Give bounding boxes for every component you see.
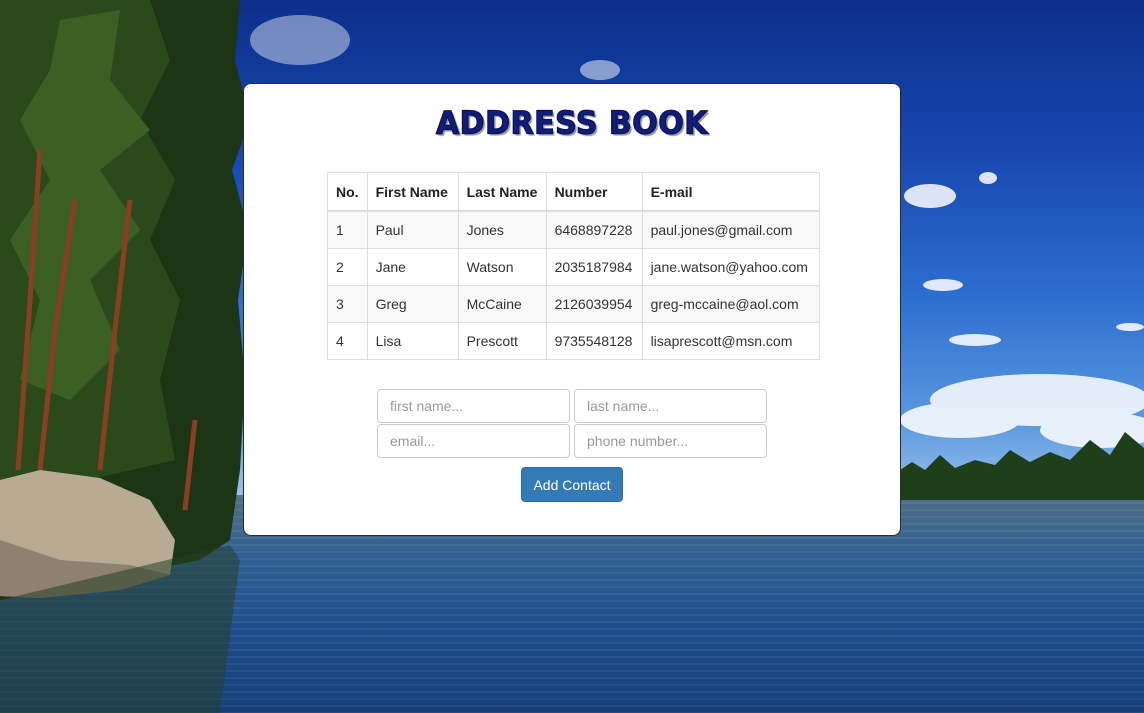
cell-email: jane.watson@yahoo.com [641,248,820,286]
column-header-first-name: First Name [366,172,459,212]
cell-email: paul.jones@gmail.com [641,210,820,249]
table-row: 1 Paul Jones 6468897228 paul.jones@gmail… [327,210,820,249]
table-header-row: No. First Name Last Name Number E-mail [327,172,820,212]
cell-last-name: Jones [457,210,547,249]
phone-number-input[interactable] [574,424,767,458]
add-contact-form [377,389,769,459]
cell-number: 2126039954 [545,285,643,323]
column-header-number: Number [545,172,643,212]
first-name-input[interactable] [377,389,570,423]
form-row-contact [377,424,769,458]
column-header-email: E-mail [641,172,820,212]
cell-no: 4 [327,322,368,360]
column-header-last-name: Last Name [457,172,547,212]
cell-email: greg-mccaine@aol.com [641,285,820,323]
contacts-table: No. First Name Last Name Number E-mail 1… [327,172,820,360]
cell-number: 9735548128 [545,322,643,360]
email-input[interactable] [377,424,570,458]
address-book-card: ADDRESS BOOK No. First Name Last Name Nu… [243,83,901,536]
cell-no: 3 [327,285,368,323]
cell-last-name: Watson [457,248,547,286]
last-name-input[interactable] [574,389,767,423]
table-row: 2 Jane Watson 2035187984 jane.watson@yah… [327,248,820,286]
cell-last-name: Prescott [457,322,547,360]
add-contact-button[interactable]: Add Contact [521,467,623,502]
cell-email: lisaprescott@msn.com [641,322,820,360]
table-row: 4 Lisa Prescott 9735548128 lisaprescott@… [327,322,820,360]
form-row-names [377,389,769,423]
cell-first-name: Greg [366,285,459,323]
cell-no: 2 [327,248,368,286]
cell-no: 1 [327,210,368,249]
cell-first-name: Lisa [366,322,459,360]
cell-first-name: Paul [366,210,459,249]
cell-number: 2035187984 [545,248,643,286]
page-title: ADDRESS BOOK [435,104,709,142]
cell-number: 6468897228 [545,210,643,249]
cell-last-name: McCaine [457,285,547,323]
table-row: 3 Greg McCaine 2126039954 greg-mccaine@a… [327,285,820,323]
cell-first-name: Jane [366,248,459,286]
column-header-no: No. [327,172,368,212]
